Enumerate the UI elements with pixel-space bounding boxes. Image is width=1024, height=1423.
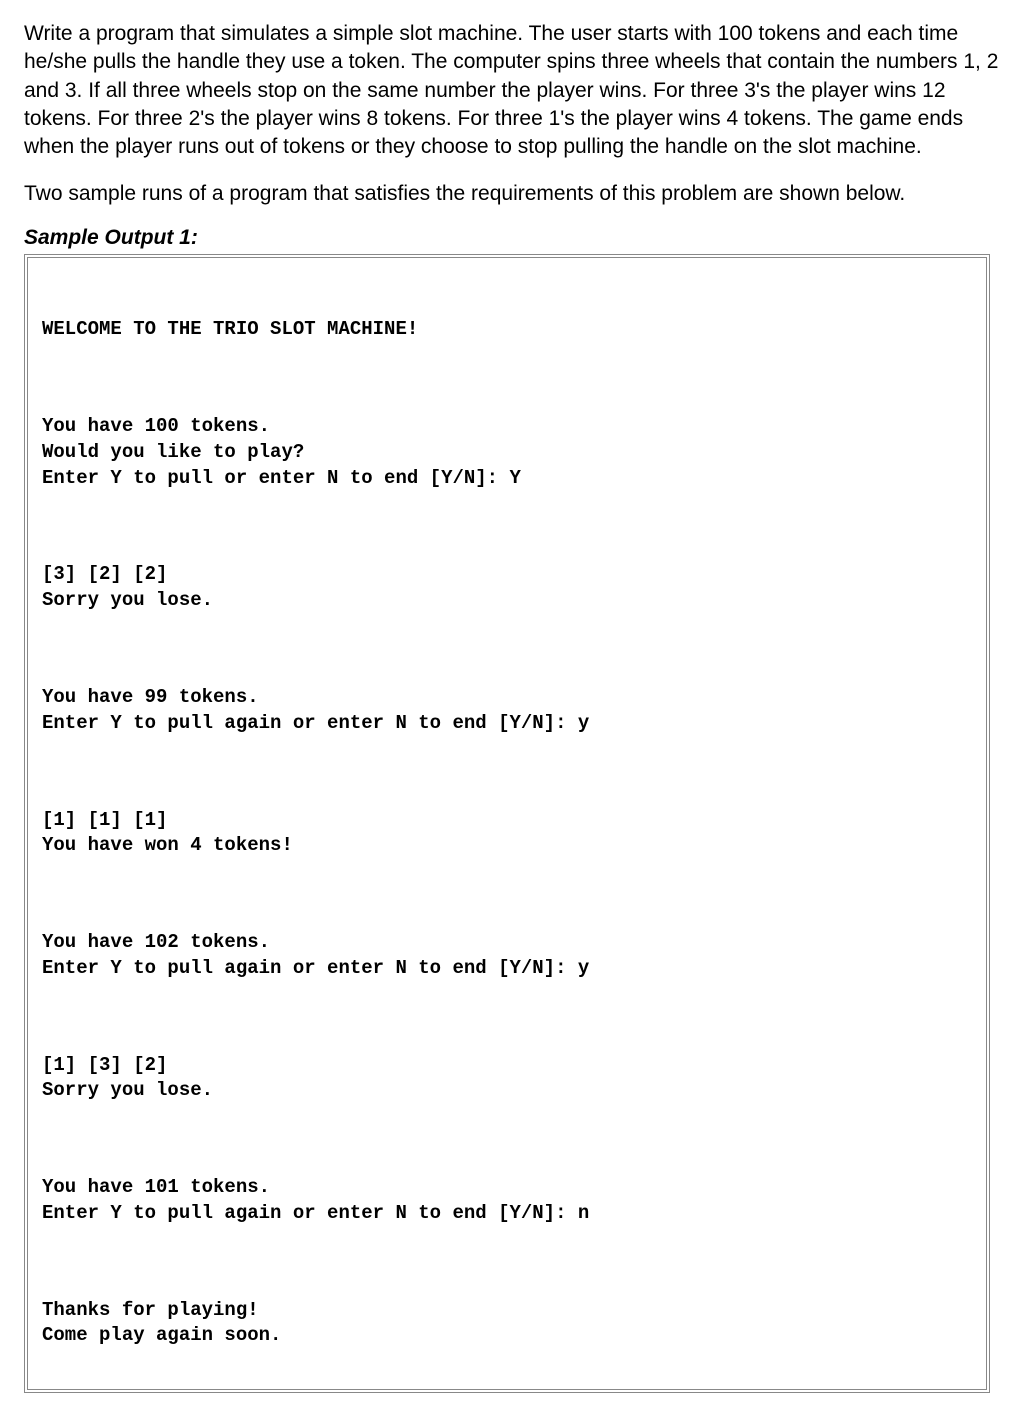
problem-paragraph-2: Two sample runs of a program that satisf… bbox=[24, 180, 1000, 208]
sample-line: You have 101 tokens. Enter Y to pull aga… bbox=[42, 1175, 972, 1226]
problem-paragraph-1: Write a program that simulates a simple … bbox=[24, 20, 1000, 162]
sample-output-1-label: Sample Output 1: bbox=[24, 226, 1000, 250]
sample-line: [3] [2] [2] Sorry you lose. bbox=[42, 562, 972, 613]
sample-line: You have 100 tokens. Would you like to p… bbox=[42, 414, 972, 491]
sample-output-1-box: WELCOME TO THE TRIO SLOT MACHINE! You ha… bbox=[24, 254, 990, 1393]
sample-line: You have 99 tokens. Enter Y to pull agai… bbox=[42, 685, 972, 736]
sample-line: You have 102 tokens. Enter Y to pull aga… bbox=[42, 930, 972, 981]
sample-line: Thanks for playing! Come play again soon… bbox=[42, 1298, 972, 1349]
sample-line: [1] [1] [1] You have won 4 tokens! bbox=[42, 808, 972, 859]
sample-line: WELCOME TO THE TRIO SLOT MACHINE! bbox=[42, 317, 972, 343]
sample-line: [1] [3] [2] Sorry you lose. bbox=[42, 1053, 972, 1104]
